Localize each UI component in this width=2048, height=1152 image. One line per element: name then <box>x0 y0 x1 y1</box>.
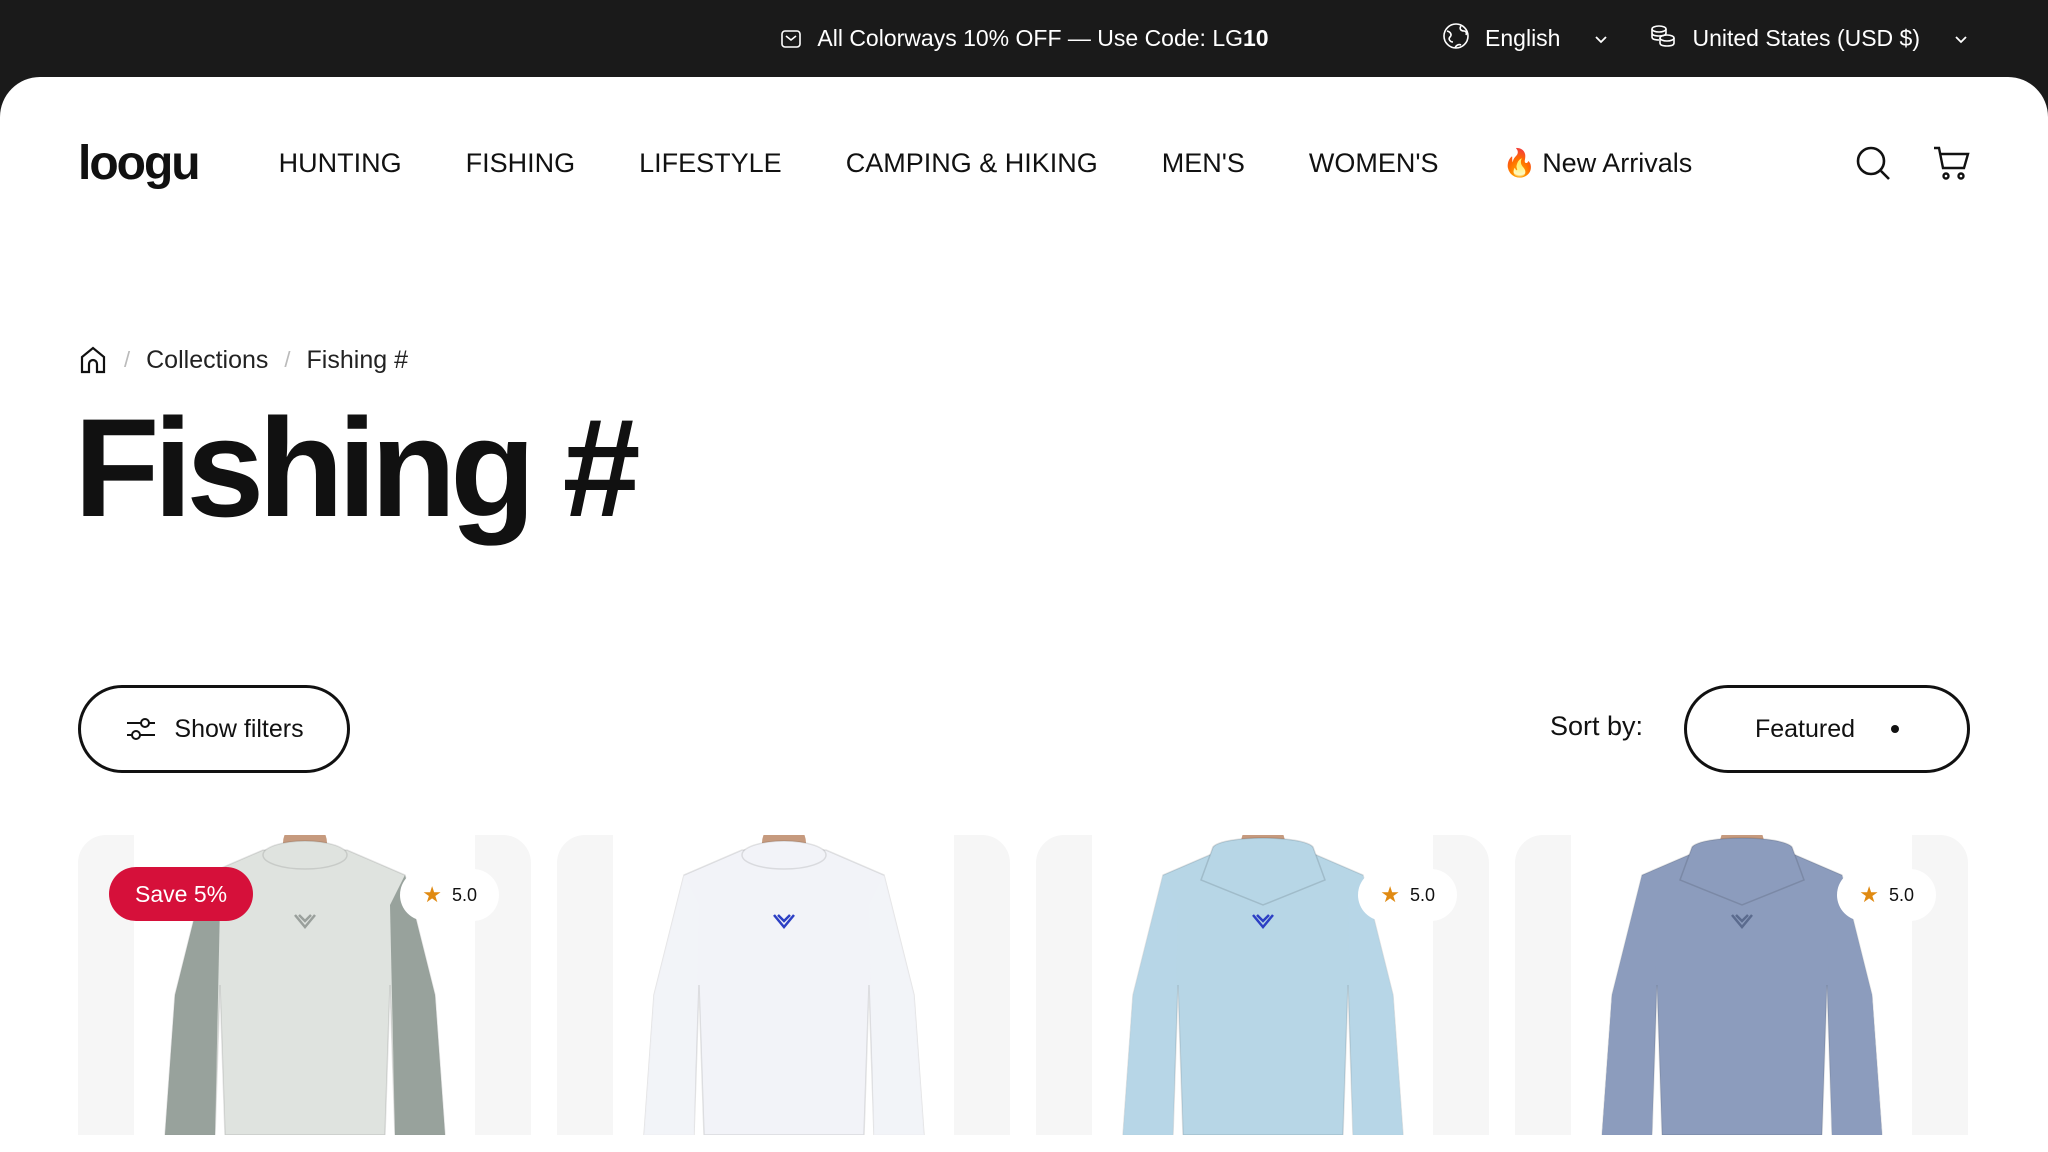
breadcrumb-collections[interactable]: Collections <box>146 346 268 375</box>
page-title: Fishing # <box>74 389 640 546</box>
rating-badge: ★ 5.0 <box>400 869 499 921</box>
product-card[interactable]: Save 5% ★ 5.0 <box>78 835 531 1135</box>
breadcrumb-separator: / <box>124 347 131 372</box>
language-selector[interactable]: English <box>1441 21 1610 57</box>
rating-badge: ★ 5.0 <box>1837 869 1936 921</box>
cart-icon[interactable] <box>1932 144 1970 182</box>
site-header: loogu HUNTING FISHING LIFESTYLE CAMPING … <box>0 77 2048 249</box>
nav-hunting[interactable]: HUNTING <box>279 148 402 179</box>
sale-badge: Save 5% <box>109 867 254 921</box>
sort-label: Sort by: <box>1550 711 1644 741</box>
product-grid: Save 5% ★ 5.0 ★ 5.0 ★ 5.0 <box>78 835 1968 1135</box>
coins-icon <box>1648 21 1678 57</box>
nav-womens[interactable]: WOMEN'S <box>1309 148 1439 179</box>
globe-icon <box>1441 21 1471 57</box>
show-filters-label: Show filters <box>174 714 304 743</box>
currency-label: United States (USD $) <box>1692 25 1920 51</box>
show-filters-button[interactable]: Show filters <box>78 685 350 773</box>
dropdown-indicator-icon <box>1891 725 1900 733</box>
announcement-bar: All Colorways 10% OFF — Use Code: LG 10 E… <box>0 0 2048 77</box>
fire-icon: 🔥 <box>1502 148 1537 178</box>
chevron-down-icon <box>1595 35 1608 43</box>
star-icon: ★ <box>1859 882 1879 907</box>
logo[interactable]: loogu <box>78 136 201 191</box>
star-icon: ★ <box>1380 882 1400 907</box>
currency-selector[interactable]: United States (USD $) <box>1648 21 1970 57</box>
announcement-text: All Colorways 10% OFF — Use Code: LG <box>817 25 1244 51</box>
mail-icon <box>779 27 803 51</box>
language-label: English <box>1485 25 1561 51</box>
product-card[interactable] <box>557 835 1010 1135</box>
header-actions <box>1854 144 1970 182</box>
breadcrumb: / Collections / Fishing # <box>78 345 408 375</box>
rating-badge: ★ 5.0 <box>1358 869 1457 921</box>
search-icon[interactable] <box>1854 144 1892 182</box>
chevron-down-icon <box>1955 35 1967 43</box>
rating-value: 5.0 <box>1409 884 1435 905</box>
main-panel: loogu HUNTING FISHING LIFESTYLE CAMPING … <box>0 77 2048 1152</box>
star-icon: ★ <box>422 882 442 907</box>
product-card[interactable]: ★ 5.0 <box>1036 835 1489 1135</box>
breadcrumb-separator: / <box>284 347 291 372</box>
nav-camping-hiking[interactable]: CAMPING & HIKING <box>846 148 1098 179</box>
nav-fishing[interactable]: FISHING <box>466 148 576 179</box>
sort-value: Featured <box>1754 714 1856 743</box>
main-nav: HUNTING FISHING LIFESTYLE CAMPING & HIKI… <box>279 147 1693 179</box>
product-card[interactable]: ★ 5.0 <box>1515 835 1968 1135</box>
rating-value: 5.0 <box>1888 884 1914 905</box>
rating-value: 5.0 <box>451 884 477 905</box>
nav-new-arrivals-label: New Arrivals <box>1542 148 1693 178</box>
product-image[interactable] <box>613 835 954 1135</box>
nav-mens[interactable]: MEN'S <box>1162 148 1245 179</box>
home-icon[interactable] <box>78 345 108 375</box>
filter-sliders-icon <box>124 712 158 746</box>
locale-selectors: English United States (USD $) <box>1441 0 1970 77</box>
nav-lifestyle[interactable]: LIFESTYLE <box>639 148 782 179</box>
sort-select[interactable]: Featured <box>1684 685 1970 773</box>
breadcrumb-current: Fishing # <box>306 345 408 374</box>
nav-new-arrivals[interactable]: 🔥 New Arrivals <box>1503 147 1693 179</box>
announcement-code: 10 <box>1243 25 1269 51</box>
